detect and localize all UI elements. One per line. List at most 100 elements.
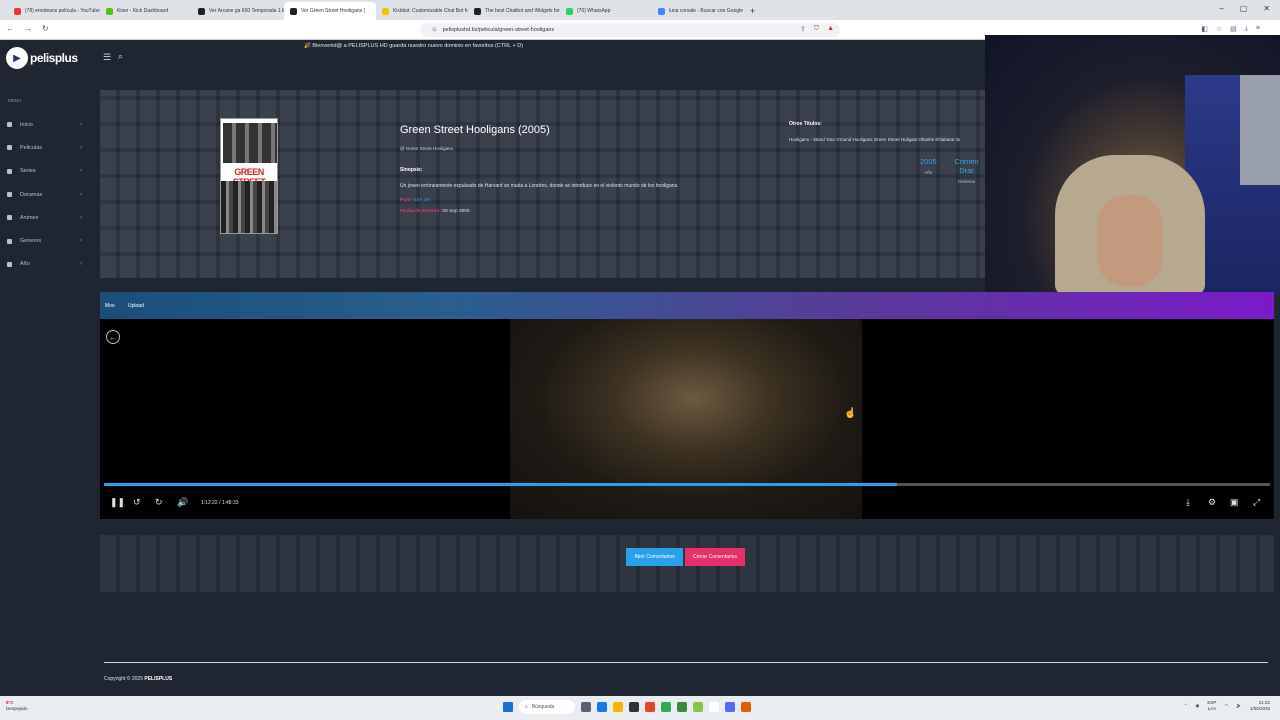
country-link[interactable]: USA UK [413, 198, 431, 203]
download-icon[interactable]: ⤓ [1186, 497, 1190, 508]
site-info-icon[interactable]: ⊙ [432, 27, 437, 33]
tab-upload[interactable]: Upload [128, 303, 144, 309]
network-icon[interactable]: ◉ [1195, 703, 1199, 709]
tab-favicon-icon [106, 7, 113, 15]
app-icon[interactable] [741, 702, 751, 712]
browser-tab[interactable]: luna corsale - Buscar con Google [652, 2, 744, 20]
search-icon[interactable]: ⌕ [118, 51, 123, 62]
search-placeholder: Búsqueda [531, 704, 555, 710]
back-arrow-icon[interactable]: ← [106, 330, 120, 344]
brave-icon[interactable] [645, 702, 655, 712]
reload-icon[interactable]: ↻ [42, 24, 49, 33]
site-logo[interactable]: ▶ pelisplus [6, 47, 78, 69]
pip-icon[interactable]: ▣ [1230, 497, 1239, 508]
forward-icon[interactable]: ↻ [155, 497, 163, 508]
tab-favicon-icon [14, 7, 21, 15]
browser-tab[interactable]: (70) WhatsApp [560, 2, 652, 20]
app-icon[interactable] [629, 702, 639, 712]
edge-browser-icon[interactable] [597, 702, 607, 712]
rewind-icon[interactable]: ↺ [133, 497, 141, 508]
year-value[interactable]: 2005 [920, 157, 937, 166]
weather-widget[interactable]: 8°C Despejado [6, 700, 28, 712]
pause-icon[interactable]: ❚❚ [110, 497, 125, 508]
sidebar-item-label: Series [20, 168, 36, 175]
play-logo-icon: ▶ [6, 47, 28, 69]
maximize-button[interactable]: ▢ [1240, 4, 1248, 13]
fullscreen-icon[interactable]: ⤢ [1253, 497, 1260, 508]
movie-hero: GREEN STREET Green Street Hooligans (200… [100, 90, 985, 278]
chevron-right-icon: › [80, 214, 82, 221]
taskbar-search[interactable]: ⌕ Búsqueda [519, 700, 575, 714]
windows-start-icon[interactable] [503, 702, 513, 712]
browser-tab[interactable]: Ver Arcane ga 600 Temporada 1 Epis [192, 2, 284, 20]
tray-chevron-icon[interactable]: ⌃ [1184, 703, 1188, 709]
forward-arrow-icon[interactable]: → [24, 24, 32, 33]
bookmark-icon[interactable]: ☆ [1216, 25, 1222, 33]
app-icon[interactable] [677, 702, 687, 712]
logo-text: pelisplus [30, 51, 78, 65]
sidebar-item-inicio[interactable]: Inicio › [0, 113, 94, 136]
country-row: País: USA UK [400, 198, 430, 203]
welcome-banner: 🎉 Bienvenid@ a PELISPLUS HD guarda nuest… [304, 43, 524, 49]
sidebar-item-animes[interactable]: Animes › [0, 206, 94, 229]
sidebar-item-generos[interactable]: Generos › [0, 229, 94, 252]
menu-icon[interactable]: ≡ [1256, 25, 1260, 33]
browser-tab[interactable]: (78) emoteans película - YouTube [8, 2, 100, 20]
open-comments-button[interactable]: Abrir Comentarios [626, 548, 683, 566]
close-comments-button[interactable]: Cerrar Comentarios [685, 548, 745, 566]
site-header: ▶ pelisplus ☰ ⌕ 🎉 Bienvenid@ a PELISPLUS… [0, 40, 985, 74]
file-explorer-icon[interactable] [613, 702, 623, 712]
sidebar-icon[interactable]: ▤ [1230, 25, 1237, 33]
volume-icon[interactable]: 🔊 [177, 497, 188, 508]
wifi-icon[interactable]: ◠ [1224, 703, 1228, 709]
sidebar-item-peliculas[interactable]: Peliculas › [0, 136, 94, 159]
share-icon[interactable]: ⇪ [800, 25, 806, 33]
webcam-overlay [985, 35, 1280, 295]
shield-icon[interactable]: ⛉ [814, 25, 819, 33]
tab-title: The best Chatbot and Widgets for K [485, 8, 560, 14]
download-icon[interactable]: ⤓ [1245, 25, 1248, 33]
new-tab-button[interactable]: + [744, 2, 761, 20]
genres-stat: Crimen Drar Generos [948, 157, 985, 184]
browser-tab[interactable]: Kixer - Kick Dashboard [100, 2, 192, 20]
browser-tab[interactable]: The best Chatbot and Widgets for K [468, 2, 560, 20]
address-actions: ⇪ ⛉ ▲ [800, 25, 834, 33]
hamburger-menu-icon[interactable]: ☰ [103, 52, 111, 63]
close-window-button[interactable]: ✕ [1263, 4, 1270, 13]
url-field[interactable]: ⊙ pelisplushd.bz/pelicula/green-street-h… [420, 23, 840, 37]
sidebar-item-doramas[interactable]: Doramas › [0, 183, 94, 206]
clock[interactable]: 21:22 1/06/2025 [1250, 700, 1270, 712]
progress-bar[interactable] [104, 483, 1270, 486]
sidebar-item-año[interactable]: Año › [0, 253, 94, 276]
copyright-prefix: Copyright © 2025 [104, 676, 143, 682]
tab-title: Ver Green Street Hooligans ( [301, 8, 366, 14]
tab-title: (78) emoteans película - YouTube [25, 8, 100, 14]
chrome-icon[interactable] [661, 702, 671, 712]
tab-title: Kickbot: Customizable Chat Bot for [393, 8, 468, 14]
menu-item-icon [7, 168, 12, 174]
warning-icon[interactable]: ▲ [827, 25, 834, 33]
year-label: Año [924, 170, 933, 175]
back-arrow-icon[interactable]: ← [6, 24, 14, 33]
app-icon[interactable] [693, 702, 703, 712]
tab-favicon-icon [290, 7, 297, 15]
sidebar-item-series[interactable]: Series › [0, 160, 94, 183]
chevron-right-icon: › [80, 261, 82, 268]
discord-icon[interactable] [725, 702, 735, 712]
task-view-icon[interactable] [581, 702, 591, 712]
window-controls: – ▢ ✕ [1219, 4, 1270, 13]
minimize-button[interactable]: – [1219, 4, 1223, 13]
browser-tab[interactable]: Ver Green Street Hooligans ( [284, 2, 376, 20]
movie-poster: GREEN STREET [220, 118, 278, 234]
chevron-right-icon: › [80, 144, 82, 151]
video-player[interactable]: ← ☝ ❚❚ ↺ ↻ 🔊 1:12:22 / 1:48:33 ⤓ ⚙ ▣ ⤢ [100, 319, 1274, 519]
browser-tab[interactable]: Kickbot: Customizable Chat Bot for [376, 2, 468, 20]
tab-moe[interactable]: Moe [105, 303, 115, 309]
settings-gear-icon[interactable]: ⚙ [1208, 497, 1216, 508]
release-row: Fecha de estreno: 09 Sep 2005 [400, 209, 470, 214]
volume-tray-icon[interactable]: 🔈 [1236, 703, 1242, 709]
genres-value[interactable]: Crimen Drar [948, 157, 985, 175]
app-icon[interactable] [709, 702, 719, 712]
language-indicator[interactable]: ESP LAA [1207, 700, 1216, 712]
extension-icon[interactable]: ◧ [1201, 25, 1208, 33]
